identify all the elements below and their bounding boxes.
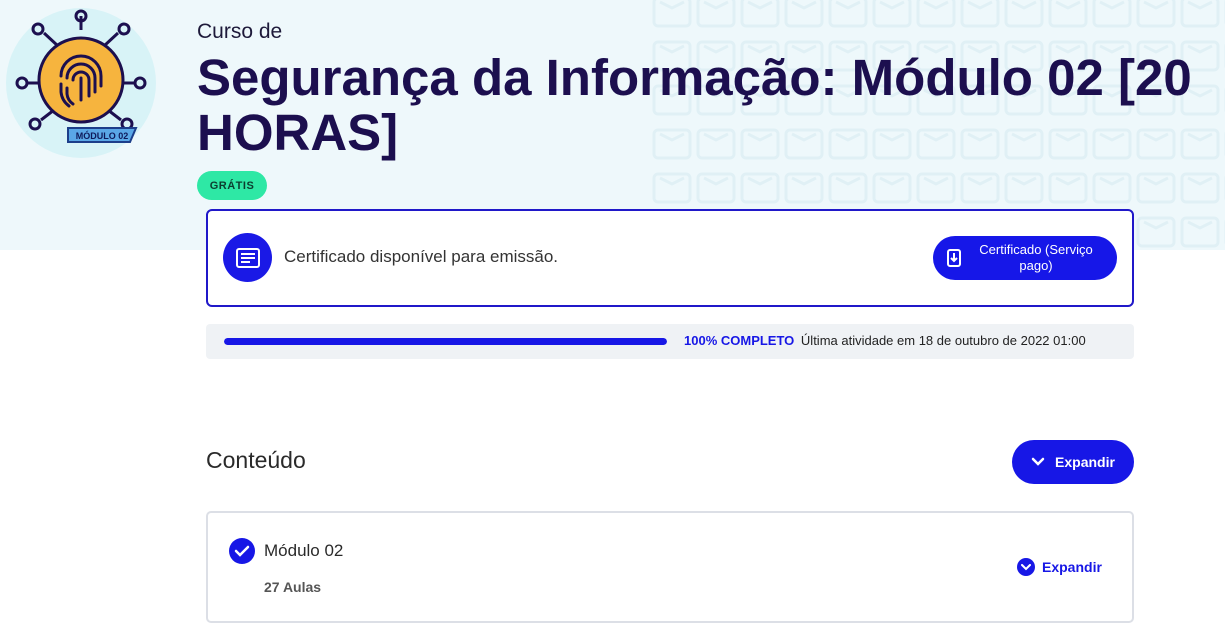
download-icon (946, 249, 961, 267)
expand-all-label: Expandir (1055, 454, 1115, 470)
fingerprint-icon: MÓDULO 02 (15, 9, 147, 143)
certificate-button[interactable]: Certificado (Serviço pago) (933, 236, 1117, 280)
module-item: Módulo 02 27 Aulas Expandir (206, 511, 1134, 623)
last-activity: Última atividade em 18 de outubro de 202… (800, 333, 1086, 348)
logo-label: MÓDULO 02 (76, 130, 129, 141)
chevron-down-icon (1031, 457, 1045, 466)
page-title: Segurança da Informação: Módulo 02 [20 H… (197, 49, 1192, 161)
certificate-message: Certificado disponível para emissão. (284, 247, 559, 266)
course-prefix: Curso de (197, 20, 283, 43)
certificate-button-label: Certificado (Serviço pago) (979, 242, 1093, 273)
check-icon (229, 538, 255, 564)
chevron-down-icon (1017, 558, 1035, 576)
module-expand-label: Expandir (1042, 559, 1102, 575)
content-heading: Conteúdo (206, 447, 306, 473)
module-expand-button[interactable]: Expandir (1017, 558, 1102, 576)
progress-fill (224, 338, 667, 345)
progress-panel: 100% COMPLETO Última atividade em 18 de … (206, 324, 1134, 359)
free-badge: GRÁTIS (197, 171, 267, 200)
progress-status: 100% COMPLETO Última atividade em 18 de … (684, 333, 1086, 348)
module-lessons-count: 27 Aulas (264, 579, 322, 595)
progress-bar (224, 338, 667, 345)
certificate-icon (223, 233, 272, 282)
expand-all-button[interactable]: Expandir (1012, 440, 1134, 484)
module-title: Módulo 02 (264, 541, 344, 560)
certificate-panel: Certificado disponível para emissão. Cer… (206, 209, 1134, 307)
progress-percent: 100% COMPLETO (684, 333, 795, 348)
